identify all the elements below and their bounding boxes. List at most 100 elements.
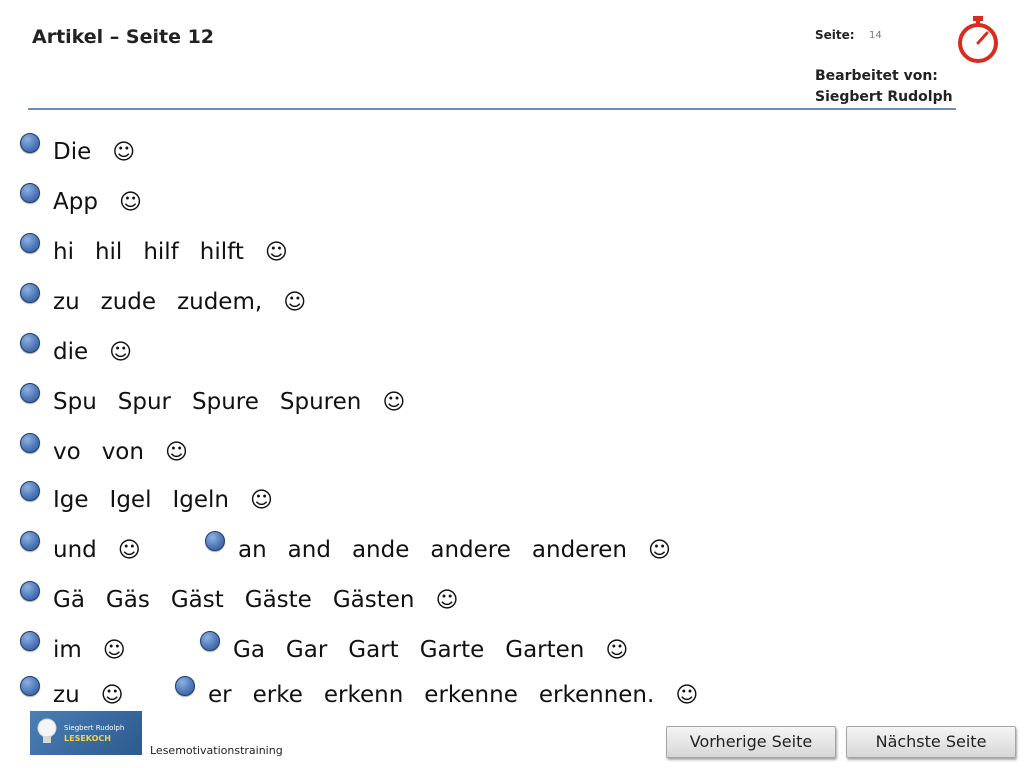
smiley-icon: ☺	[648, 538, 671, 563]
audio-dot-button[interactable]	[20, 283, 40, 303]
stopwatch-icon[interactable]	[954, 14, 1002, 66]
word: erke	[252, 682, 303, 708]
word: ande	[351, 537, 410, 563]
logo-author: Siegbert Rudolph	[64, 724, 125, 732]
word: erkennen.	[538, 682, 655, 708]
word: Gart	[348, 637, 399, 663]
smiley-icon: ☺	[435, 588, 459, 613]
word-sequence: Gä Gäs Gäst Gäste Gästen ☺	[53, 587, 458, 613]
word: Die	[53, 139, 92, 165]
smiley-icon: ☺	[102, 638, 126, 663]
word-sequence: die ☺	[53, 339, 132, 365]
smiley-icon: ☺	[164, 440, 188, 465]
word: Spure	[192, 389, 259, 415]
word: App	[53, 189, 98, 215]
word: hi	[53, 239, 74, 265]
word: anderen	[531, 537, 628, 563]
audio-dot-button[interactable]	[20, 481, 40, 501]
word: Spu	[53, 389, 97, 415]
lightbulb-icon	[37, 718, 57, 743]
word-sequence: zu ☺	[53, 682, 124, 708]
word-sequence: Die ☺	[53, 139, 135, 165]
word: Ige	[53, 487, 89, 513]
word: erkenne	[424, 682, 518, 708]
word-sequence: im ☺	[53, 637, 126, 663]
word: Igeln	[172, 487, 229, 513]
smiley-icon: ☺	[605, 638, 629, 663]
smiley-icon: ☺	[250, 488, 273, 513]
audio-dot-button[interactable]	[20, 133, 40, 153]
audio-dot-button[interactable]	[20, 676, 40, 696]
word: Gästen	[332, 587, 415, 613]
word: andere	[430, 537, 511, 563]
word-sequence: er erke erkenn erkenne erkennen. ☺	[208, 682, 698, 708]
smiley-icon: ☺	[283, 290, 307, 315]
audio-dot-button[interactable]	[20, 581, 40, 601]
edited-by-name: Siegbert Rudolph	[815, 89, 953, 105]
word: Gä	[53, 587, 85, 613]
page-number: 14	[869, 30, 882, 41]
word: an	[238, 537, 267, 563]
word-sequence: an and ande andere anderen ☺	[238, 537, 671, 563]
audio-dot-button[interactable]	[20, 433, 40, 453]
word: er	[208, 682, 232, 708]
smiley-icon: ☺	[675, 683, 699, 708]
audio-dot-button[interactable]	[205, 531, 225, 551]
next-page-button[interactable]: Nächste Seite	[846, 726, 1016, 758]
word: hil	[94, 239, 123, 265]
smiley-icon: ☺	[118, 190, 142, 215]
edited-by-label: Bearbeitet von:	[815, 68, 938, 84]
word: und	[53, 537, 97, 563]
word: Garten	[505, 637, 585, 663]
word: Spur	[117, 389, 172, 415]
smiley-icon: ☺	[100, 683, 124, 708]
page-title: Artikel – Seite 12	[32, 26, 215, 48]
logo-brand: LESEKOCH	[64, 734, 111, 743]
smiley-icon: ☺	[382, 390, 406, 415]
word-sequence: Ga Gar Gart Garte Garten ☺	[233, 637, 628, 663]
word: im	[53, 637, 82, 663]
word-sequence: und ☺	[53, 537, 141, 563]
audio-dot-button[interactable]	[20, 333, 40, 353]
word: zude	[100, 289, 157, 315]
header-divider	[28, 108, 956, 110]
word-sequence: App ☺	[53, 189, 142, 215]
audio-dot-button[interactable]	[200, 631, 220, 651]
audio-dot-button[interactable]	[20, 383, 40, 403]
footer-caption: Lesemotivationstraining	[150, 744, 283, 757]
page-number-label: Seite:	[815, 28, 855, 42]
smiley-icon: ☺	[112, 140, 136, 165]
audio-dot-button[interactable]	[20, 233, 40, 253]
smiley-icon: ☺	[117, 538, 141, 563]
word-sequence: zu zude zudem, ☺	[53, 289, 306, 315]
word: Gar	[285, 637, 328, 663]
previous-page-button[interactable]: Vorherige Seite	[666, 726, 836, 758]
word: zu	[53, 682, 80, 708]
word: von	[101, 439, 144, 465]
audio-dot-button[interactable]	[175, 676, 195, 696]
word: Ga	[233, 637, 265, 663]
word-sequence: Ige Igel Igeln ☺	[53, 487, 273, 513]
word: Igel	[109, 487, 152, 513]
word: hilf	[143, 239, 179, 265]
smiley-icon: ☺	[264, 240, 288, 265]
audio-dot-button[interactable]	[20, 183, 40, 203]
word-sequence: vo von ☺	[53, 439, 188, 465]
word: Spuren	[279, 389, 362, 415]
word: vo	[53, 439, 81, 465]
edited-by: Bearbeitet von: Siegbert Rudolph	[815, 66, 953, 108]
word: Gäs	[105, 587, 150, 613]
word: die	[53, 339, 89, 365]
word: zu	[53, 289, 80, 315]
word-sequence: hi hil hilf hilft ☺	[53, 239, 288, 265]
word: Gäst	[170, 587, 224, 613]
audio-dot-button[interactable]	[20, 631, 40, 651]
lesekoch-logo: Siegbert Rudolph LESEKOCH	[30, 711, 142, 755]
word: erkenn	[323, 682, 404, 708]
audio-dot-button[interactable]	[20, 531, 40, 551]
word: Gäste	[244, 587, 312, 613]
word: zudem,	[177, 289, 263, 315]
smiley-icon: ☺	[109, 340, 133, 365]
word: hilft	[199, 239, 244, 265]
word: Garte	[419, 637, 485, 663]
